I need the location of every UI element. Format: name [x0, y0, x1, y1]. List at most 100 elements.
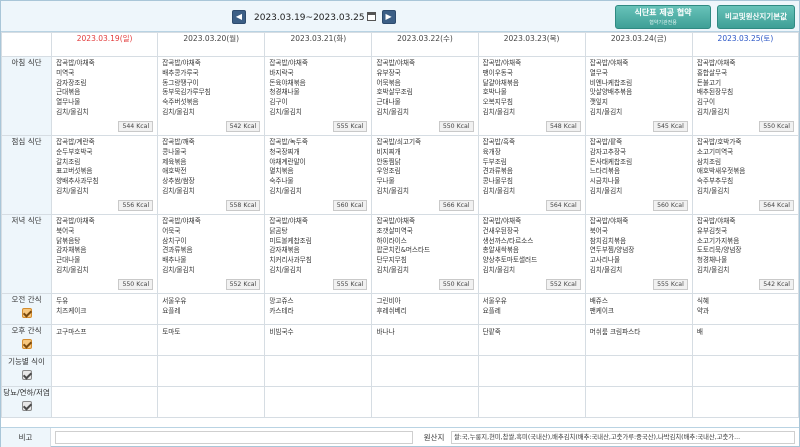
- pm-snack-cell[interactable]: 비빔국수: [264, 324, 373, 356]
- kcal-badge: 548 Kcal: [545, 121, 581, 132]
- lunch-cell[interactable]: 잡곡밥/흑죽 육개장 두부조림 견과류볶음 콩나물무침 김치/물김치 564 Kcal: [477, 135, 586, 215]
- pm-snack-cell[interactable]: 단팥죽: [477, 324, 586, 356]
- pm-snack-cell[interactable]: 고구마스프: [51, 324, 159, 356]
- diet-cell[interactable]: [264, 386, 373, 418]
- special-diet-checkbox[interactable]: [21, 370, 32, 380]
- breakfast-cell[interactable]: 잡곡밥/야채죽 열무국 비엔나케찹조림 맛살양배추볶음 깻잎지 김치/물김치 545 Kca…: [584, 56, 693, 136]
- kcal-badge: 550 Kcal: [438, 279, 474, 290]
- diet-cell[interactable]: [51, 355, 159, 387]
- diet-cell[interactable]: [584, 386, 693, 418]
- menu-item: 느타리볶음: [589, 167, 621, 176]
- diet-cell[interactable]: [477, 355, 586, 387]
- menu-item: 치커리사과무침: [269, 256, 312, 265]
- pm-snack-checkbox[interactable]: [21, 339, 32, 349]
- pm-snack-cell[interactable]: 바나나: [371, 324, 479, 356]
- footer-bar: 비고 원산지 쌀:국,누룽지,현미,찹쌀,흑미(국내산),배추김치(배추:국내산…: [1, 427, 799, 447]
- menu-item: 김치/물김치: [56, 107, 89, 116]
- diet-cell[interactable]: [157, 386, 266, 418]
- am-snack-cell[interactable]: 그린비아 후레쉬베리: [371, 293, 479, 325]
- dinner-cell[interactable]: 잡곡밥/야채죽 건새우된장국 생선까스/타르소스 총알새싹볶음 양상추토마토샐러드 김치/…: [477, 214, 586, 294]
- diet-cell[interactable]: [584, 355, 693, 387]
- menu-item: 견과류볶음: [482, 167, 513, 176]
- lunch-cell[interactable]: 잡곡밥/호박가죽 소고기미역국 삼치조림 애호박새우젓볶음 숙주부추무침 김치/물김치 56…: [691, 135, 800, 215]
- special-diet-row: 기능별 식이: [0, 355, 800, 387]
- menu-item: 김구이: [269, 98, 288, 107]
- dinner-cell[interactable]: 잡곡밥/야채죽 닭곰탕 미트볼케찹조림 감자채볶음 치커리사과무침 김치/물김치 555 K…: [264, 214, 373, 294]
- pm-snack-cell[interactable]: 배: [691, 324, 800, 356]
- menu-item: 김치/물김치: [696, 265, 730, 274]
- menu-item: 표고버섯볶음: [56, 167, 93, 176]
- meal-plan-agreement-button[interactable]: 식단표 제공 협약 협약기관전용: [615, 5, 711, 29]
- dinner-cell[interactable]: 잡곡밥/야채죽 유부김칫국 소고기가지볶음 도토리묵/양념장 청경채나물 김치/물김치 54…: [691, 214, 800, 294]
- menu-item: 상추쌈/쌈장: [162, 177, 195, 186]
- breakfast-cell[interactable]: 잡곡밥/야채죽 팽이우동국 달걀야채볶음 호박나물 오복지무침 김치/물김치 548 Kca…: [477, 56, 586, 136]
- pm-snack-cell[interactable]: 토마토: [157, 324, 266, 356]
- menu-item: 돈불고기: [696, 78, 722, 87]
- menu-item: 비엔나케찹조림: [589, 78, 633, 87]
- am-snack-cell[interactable]: 식혜 약과: [691, 293, 800, 325]
- lunch-cell[interactable]: 잡곡밥/녹두죽 청국장찌개 야채계란말이 멸치볶음 숙주나물 김치/물김치 560 Kcal: [264, 135, 373, 215]
- kcal-badge: 542 Kcal: [759, 279, 794, 290]
- breakfast-cell[interactable]: 잡곡밥/야채죽 배추콩가루국 동그랑땡구이 동부묵김가루무침 숙주버섯볶음 김치/물김치 5…: [157, 56, 266, 136]
- kcal-badge: 560 Kcal: [332, 200, 368, 211]
- menu-item: 김치/물김치: [376, 107, 409, 116]
- diet-cell[interactable]: [371, 386, 479, 418]
- lunch-cell[interactable]: 잡곡밥/계란죽 순두부호박국 갈치조림 표고버섯볶음 양배추사과무침 김치/물김치 556 …: [51, 135, 159, 215]
- snack-item: 단팥죽: [482, 328, 501, 336]
- breakfast-cell[interactable]: 잡곡밥/야채죽 바지락국 돈육야채볶음 청경채나물 김구이 김치/물김치 555 Kcal: [264, 56, 373, 136]
- menu-item: 동그랑땡구이: [162, 78, 199, 87]
- am-snack-cell[interactable]: 서울우유 요플레: [157, 293, 266, 325]
- breakfast-cell[interactable]: 잡곡밥/야채죽 미역국 감자장조림 근대볶음 열무나물 김치/물김치 544 Kcal: [51, 56, 159, 136]
- next-week-button[interactable]: ▶: [381, 10, 396, 24]
- lunch-cell[interactable]: 잡곡밥/쇠고기죽 비지찌개 안동찜닭 우엉조림 무나물 김치/물김치 566 Kcal: [371, 135, 479, 215]
- menu-item: 열무국: [589, 68, 608, 77]
- lunch-cell[interactable]: 잡곡밥/깨죽 콩나물국 제육볶음 애호박전 상추쌈/쌈장 김치/물김치 558 Kcal: [157, 135, 266, 215]
- lunch-row: 점심 식단 잡곡밥/계란죽 순두부호박국 갈치조림 표고버섯볶음 양배추사과무침 김치/물…: [0, 135, 800, 215]
- note-input[interactable]: [55, 431, 413, 444]
- breakfast-cell[interactable]: 잡곡밥/야채죽 유부장국 어묵볶음 호박살무조림 근대나물 김치/물김치 550 Kcal: [371, 56, 479, 136]
- menu-item: 두부조림: [482, 157, 507, 166]
- lunch-cell[interactable]: 잡곡밥/팥죽 감자고추장국 돈사태케찹조림 느타리볶음 시금치나물 김치/물김치 560 K…: [584, 135, 693, 215]
- diet-cell[interactable]: [157, 355, 266, 387]
- menu-item: 미트볼케찹조림: [269, 236, 312, 245]
- prev-week-button[interactable]: ◀: [232, 10, 246, 24]
- date-range[interactable]: 2023.03.19~2023.03.25: [254, 11, 376, 23]
- dinner-cell[interactable]: 잡곡밥/야채죽 조갯살미역국 하이라이스 팝콘치킨&머스타드 단무지무침 김치/물김치 55…: [371, 214, 479, 294]
- diabetic-diet-checkbox[interactable]: [21, 401, 32, 411]
- menu-item: 홍합살무국: [696, 68, 728, 77]
- menu-item: 제육볶음: [162, 157, 187, 166]
- am-snack-cell[interactable]: 배쥬스 팬케이크: [584, 293, 693, 325]
- snack-item: 팬케이크: [589, 307, 614, 315]
- am-snack-cell[interactable]: 망고쥬스 카스테라: [264, 293, 373, 325]
- dinner-cell[interactable]: 잡곡밥/야채죽 북어국 닭볶음탕 감자채볶음 근대나물 김치/물김치 550 Kcal: [51, 214, 159, 294]
- menu-item: 잡곡밥/야채죽: [376, 59, 416, 67]
- menu-item: 김치/물김치: [482, 186, 516, 195]
- dinner-row: 저녁 식단 잡곡밥/야채죽 북어국 닭볶음탕 감자채볶음 근대나물 김치/물김치 550 K…: [0, 214, 800, 294]
- am-snack-cell[interactable]: 서울우유 요플레: [477, 293, 586, 325]
- diet-cell[interactable]: [477, 386, 586, 418]
- breakfast-cell[interactable]: 잡곡밥/야채죽 홍합살무국 돈불고기 배추된장무침 김구이 김치/물김치 550 Kcal: [691, 56, 800, 136]
- menu-item: 감자채볶음: [269, 246, 300, 255]
- note-origin-default-button[interactable]: 비교및원산지기본값: [717, 5, 795, 29]
- menu-item: 닭볶음탕: [56, 236, 81, 245]
- meal-plan-agreement-sublabel: 협약기관전용: [649, 20, 677, 26]
- menu-item: 근대볶음: [56, 88, 81, 97]
- menu-item: 비지찌개: [376, 147, 401, 156]
- menu-item: 고사리나물: [589, 256, 621, 265]
- pm-snack-cell[interactable]: 머쉬룸 크림파스타: [584, 324, 693, 356]
- dinner-cell[interactable]: 잡곡밥/야채죽 어묵국 삼치구이 견과류볶음 배추나물 김치/물김치 552 Kcal: [157, 214, 266, 294]
- diet-cell[interactable]: [691, 386, 800, 418]
- diet-cell[interactable]: [51, 386, 159, 418]
- diet-cell[interactable]: [264, 355, 373, 387]
- dinner-cell[interactable]: 잡곡밥/야채죽 북어국 참치김치볶음 연두부찜/양념장 고사리나물 김치/물김치 555 K…: [584, 214, 693, 294]
- dinner-label: 저녁 식단: [0, 214, 53, 294]
- am-snack-cell[interactable]: 두유 치즈케이크: [51, 293, 159, 325]
- am-snack-checkbox[interactable]: [21, 308, 32, 318]
- note-label: 비고: [1, 428, 51, 447]
- day-header-sun: 2023.03.19(일): [51, 32, 159, 57]
- origin-field[interactable]: 쌀:국,누룽지,현미,찹쌀,흑미(국내산),배추김치(배추:국내산,고춧가루:중…: [451, 431, 795, 444]
- diabetic-diet-label: 당뇨/연하/저염: [3, 388, 50, 397]
- calendar-icon[interactable]: [366, 11, 376, 21]
- diet-cell[interactable]: [371, 355, 479, 387]
- diet-cell[interactable]: [691, 355, 800, 387]
